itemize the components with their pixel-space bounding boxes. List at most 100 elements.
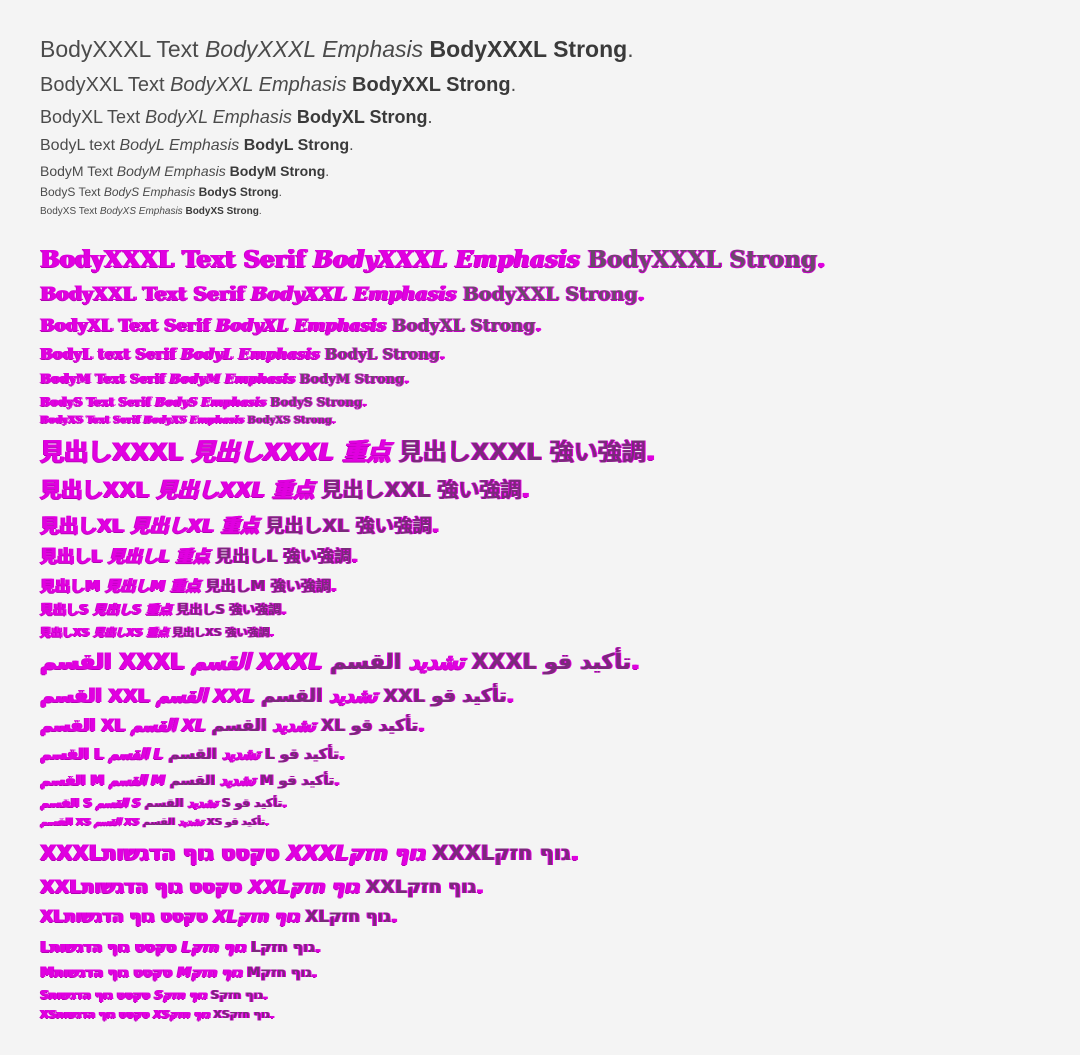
row-emphasis: BodyXXL Emphasis xyxy=(251,283,457,305)
row-emphasis: 見出しS 重点 xyxy=(92,603,172,618)
row-end: . xyxy=(817,246,826,273)
row-end: . xyxy=(362,395,367,409)
row-text: BodyM Text Serif xyxy=(40,372,170,387)
serif-row-xs: BodyXS Text Serif BodyXS Emphasis BodyXS… xyxy=(40,416,335,426)
hebrew-row-m: Mטקסט גוף הדגשות Mגוף חזק Mגוף חזק. xyxy=(40,966,317,980)
row-text: XLטקסט גוף הדגשות xyxy=(40,907,214,927)
row-end: . xyxy=(351,547,358,567)
row-strong: 見出しXXL 強い強調 xyxy=(321,478,522,502)
row-end: . xyxy=(314,938,321,956)
row-strong: BodyXS Strong xyxy=(247,415,332,426)
row-strong: XXLגוף חזק xyxy=(365,876,477,898)
row-emphasis: BodyXXXL Emphasis xyxy=(313,246,580,273)
hebrew-row-xs: XSטקסט גוף הדגשות XSגוף חזק XSגוף חזק. xyxy=(40,1009,274,1020)
row-strong: القسم XXL تأكيد قو xyxy=(261,685,507,707)
cjk-row-s: 見出しS 見出しS 重点 見出しS 強い強調. xyxy=(40,604,286,617)
row-text: BodyXXL Text Serif xyxy=(40,283,252,305)
row-emphasis: القسم XXXL تشديد xyxy=(191,650,464,675)
row-end: . xyxy=(264,817,269,828)
row-emphasis: 見出しXXXL 重点 xyxy=(191,438,391,466)
serif-row-l: BodyL text Serif BodyL Emphasis BodyL St… xyxy=(40,347,445,362)
row-emphasis: BodyXL Emphasis xyxy=(145,107,292,127)
row-end: . xyxy=(325,163,330,179)
row-end: . xyxy=(627,36,634,62)
row-end: . xyxy=(570,841,579,865)
arabic-row-xxxl: القسم XXXL القسم XXXL تشديد القسم XXXL ت… xyxy=(40,652,639,674)
serif-row-s: BodyS Text Serif BodyS Emphasis BodyS St… xyxy=(40,396,367,408)
row-emphasis: BodyXS Emphasis xyxy=(99,206,183,217)
row-emphasis: XXXLגוף חזק xyxy=(286,841,425,865)
row-text: القسم XXL xyxy=(40,685,157,707)
row-strong: BodyS Strong xyxy=(198,185,279,199)
row-emphasis: 見出しXS 重点 xyxy=(93,626,169,639)
arabic-row-xs: القسم XS القسم XS تشديد القسم XS تأكيد ق… xyxy=(40,818,269,828)
row-emphasis: XSגוף חזק xyxy=(153,1008,210,1021)
arabic-row-xxl: القسم XXL القسم XXL تشديد القسم XXL تأكي… xyxy=(40,687,514,706)
row-emphasis: BodyXXL Emphasis xyxy=(170,74,347,96)
row-text: القسم XS xyxy=(40,817,95,828)
row-strong: القسم XXXL تأكيد قو xyxy=(329,650,631,675)
row-end: . xyxy=(476,876,484,898)
serif-row-m: BodyM Text Serif BodyM Emphasis BodyM St… xyxy=(40,373,409,386)
row-end: . xyxy=(645,438,655,466)
row-end: . xyxy=(330,577,337,595)
row-end: . xyxy=(631,650,640,675)
row-text: BodyXL Text xyxy=(40,107,146,127)
row-strong: BodyXXXL Strong xyxy=(587,246,818,273)
row-end: . xyxy=(418,716,425,736)
row-end: . xyxy=(427,107,433,127)
row-text: XSטקסט גוף הדגשות xyxy=(40,1008,154,1021)
row-end: . xyxy=(510,74,517,96)
row-strong: BodyM Strong xyxy=(299,372,405,387)
row-end: . xyxy=(506,685,514,707)
sans-row-xl: BodyXL Text BodyXL Emphasis BodyXL Stron… xyxy=(40,108,433,126)
cjk-row-xl: 見出しXL 見出しXL 重点 見出しXL 強い強調. xyxy=(40,517,439,536)
hebrew-row-xxxl: XXXLטקסט גוף הדגשות XXXLגוף חזק XXXLגוף … xyxy=(40,843,579,864)
row-text: BodyXXXL Text xyxy=(40,36,205,62)
row-emphasis: BodyS Emphasis xyxy=(103,185,196,199)
row-text: 見出しXXL xyxy=(40,478,157,502)
row-end: . xyxy=(331,415,336,426)
arabic-row-m: القسم M القسم M تشديد القسم M تأكيد قو. xyxy=(40,774,339,788)
row-text: القسم S xyxy=(40,796,96,810)
row-text: القسم XL xyxy=(40,716,131,736)
hebrew-row-l: Lטקסט גוף הדגשות Lגוף חזק Lגוף חזק. xyxy=(40,940,321,955)
row-end: . xyxy=(281,603,287,618)
row-end: . xyxy=(521,478,530,502)
row-emphasis: BodyXS Emphasis xyxy=(143,415,244,426)
row-strong: Sגוף חזק xyxy=(210,988,263,1002)
arabic-row-xl: القسم XL القسم XL تشديد القسم XL تأكيد ق… xyxy=(40,718,424,735)
row-end: . xyxy=(269,626,274,639)
row-strong: 見出しXXXL 強い強調 xyxy=(398,438,646,466)
row-text: BodyM Text xyxy=(40,163,117,179)
row-text: القسم M xyxy=(40,773,110,789)
row-end: . xyxy=(390,907,398,927)
row-strong: 見出しXS 強い強調 xyxy=(172,626,270,639)
row-text: BodyXS Text xyxy=(40,206,100,217)
row-emphasis: BodyM Emphasis xyxy=(169,372,295,387)
arabic-row-s: القسم S القسم S تشديد القسم S تأكيد قو. xyxy=(40,797,287,809)
row-end: . xyxy=(431,515,439,537)
row-emphasis: BodyXXXL Emphasis xyxy=(204,36,424,62)
row-strong: BodyXXXL Strong xyxy=(429,36,628,62)
row-text: BodyXXXL Text Serif xyxy=(40,246,314,273)
row-text: القسم L xyxy=(40,745,109,763)
row-emphasis: XXLגוף חזק xyxy=(248,876,359,898)
row-text: 見出しXXXL xyxy=(40,438,192,466)
row-strong: XSגוף חזק xyxy=(213,1008,270,1021)
row-text: XXXLטקסט גוף הדגשות xyxy=(40,841,287,865)
hebrew-row-xl: XLטקסט גוף הדגשות XLגוף חזק XLגוף חזק. xyxy=(40,909,397,926)
row-strong: BodyL Strong xyxy=(324,345,440,363)
row-strong: 見出しM 強い強調 xyxy=(205,577,331,595)
cjk-row-xxxl: 見出しXXXL 見出しXXXL 重点 見出しXXXL 強い強調. xyxy=(40,440,655,464)
row-text: XXLטקסט גוף הדגשות xyxy=(40,876,249,898)
row-emphasis: 見出しM 重点 xyxy=(105,577,201,595)
row-text: BodyL text xyxy=(40,137,120,154)
row-end: . xyxy=(278,185,282,199)
row-text: BodyXL Text Serif xyxy=(40,316,216,336)
row-end: . xyxy=(349,137,354,154)
row-strong: BodyS Strong xyxy=(270,395,363,409)
arabic-row-l: القسم L القسم L تشديد القسم L تأكيد قو. xyxy=(40,747,345,762)
row-text: BodyL text Serif xyxy=(40,345,181,363)
row-text: Mטקסט גוף הדגשות xyxy=(40,965,177,981)
